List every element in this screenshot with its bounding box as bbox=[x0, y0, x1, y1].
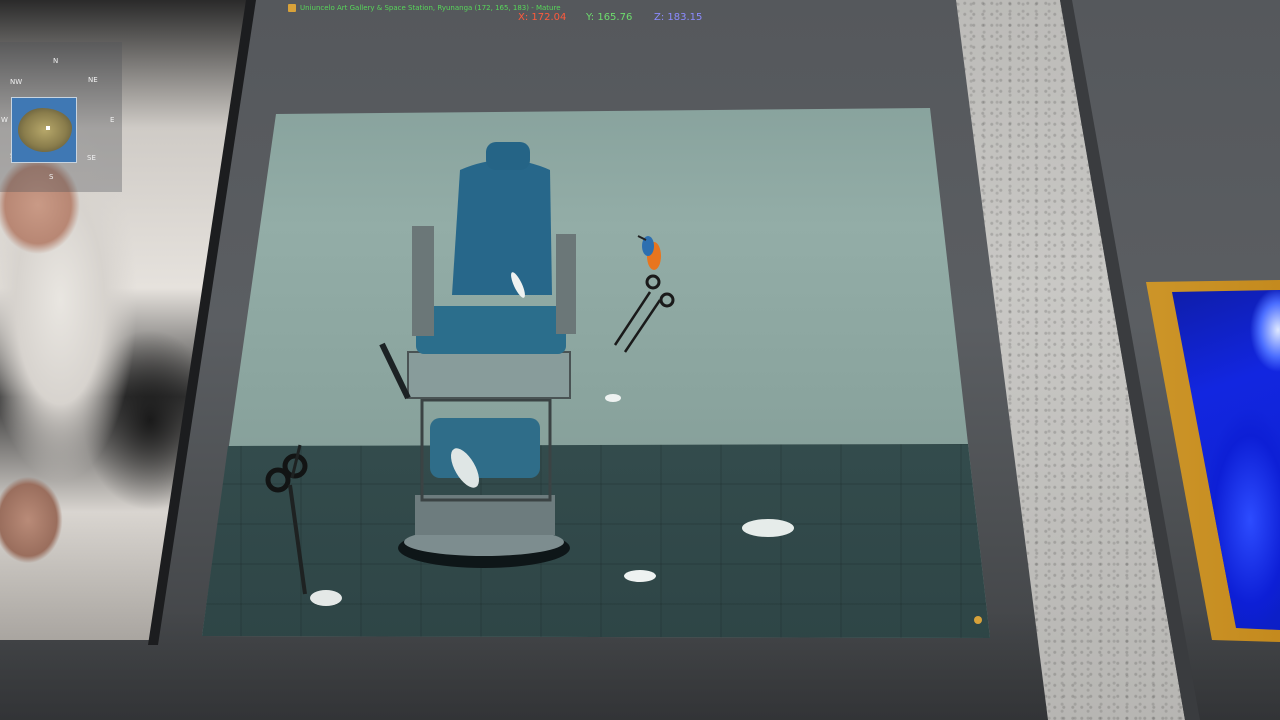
minimap-island bbox=[18, 108, 72, 152]
location-text[interactable]: Uniuncelo Art Gallery & Space Station, R… bbox=[300, 4, 561, 12]
minimap[interactable]: N NE E SE S SW W NW bbox=[0, 42, 122, 192]
coordinate-z: Z: 183.15 bbox=[654, 12, 703, 23]
coordinate-y: Y: 165.76 bbox=[586, 12, 633, 23]
artwork-objects bbox=[265, 142, 982, 624]
house-icon[interactable] bbox=[288, 4, 296, 12]
compass-e: E bbox=[110, 116, 115, 124]
compass-nw: NW bbox=[10, 78, 23, 86]
compass-s: S bbox=[49, 173, 54, 181]
artwork-tag-icon bbox=[974, 616, 982, 624]
compass-se: SE bbox=[87, 154, 96, 162]
compass-w: W bbox=[1, 116, 8, 124]
kingfisher-bird-icon bbox=[637, 235, 661, 270]
chair-headrest bbox=[486, 142, 530, 170]
avatar-dot-icon bbox=[46, 126, 50, 130]
floor-scissors-icon bbox=[265, 444, 308, 595]
feather bbox=[624, 570, 656, 582]
compass-n: N bbox=[53, 57, 59, 65]
chair-seat-frame bbox=[407, 351, 571, 399]
compass-ne: NE bbox=[88, 76, 98, 84]
feather bbox=[310, 590, 342, 606]
chair-footrest bbox=[430, 418, 540, 478]
wall-scissors-icon bbox=[613, 274, 675, 353]
chair-backrest bbox=[452, 160, 552, 295]
feather bbox=[605, 394, 621, 402]
chair-seat bbox=[416, 306, 566, 354]
feather bbox=[742, 519, 794, 537]
coordinate-x: X: 172.04 bbox=[518, 12, 567, 23]
minimap-region-tile[interactable] bbox=[11, 97, 77, 163]
chair-lever bbox=[379, 342, 411, 400]
3d-viewport[interactable] bbox=[0, 0, 1280, 720]
